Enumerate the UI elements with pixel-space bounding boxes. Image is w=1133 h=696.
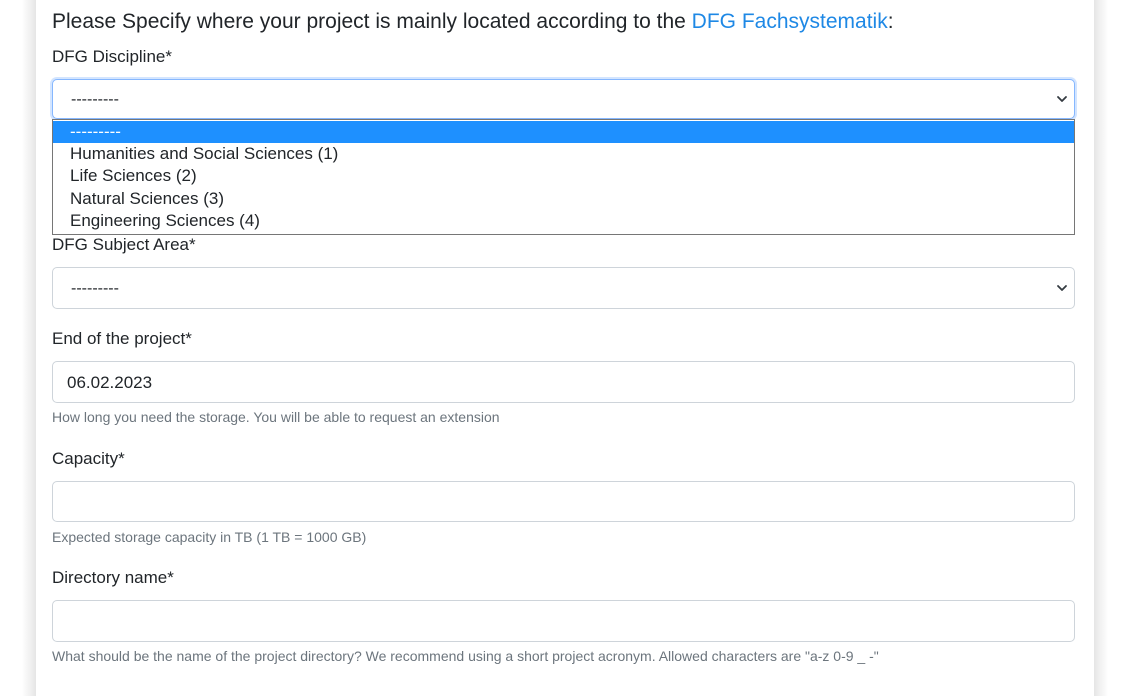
directory-name-input[interactable] xyxy=(52,600,1075,642)
discipline-label: DFG Discipline* xyxy=(52,47,172,66)
directory-name-label: Directory name* xyxy=(52,568,174,587)
dropdown-option[interactable]: --------- xyxy=(53,121,1074,143)
end-of-project-input[interactable]: 06.02.2023 xyxy=(52,361,1075,403)
section-heading: Please Specify where your project is mai… xyxy=(52,7,894,37)
capacity-help: Expected storage capacity in TB (1 TB = … xyxy=(52,529,367,545)
dropdown-option[interactable]: Natural Sciences (3) xyxy=(53,188,1074,210)
chevron-down-icon xyxy=(1057,285,1067,291)
subject-area-select[interactable]: --------- xyxy=(52,267,1075,309)
dfg-fachsystematik-link[interactable]: DFG Fachsystematik xyxy=(692,10,888,33)
card-shadow-right xyxy=(1094,0,1108,696)
dropdown-option[interactable]: Life Sciences (2) xyxy=(53,165,1074,187)
discipline-dropdown-list[interactable]: --------- Humanities and Social Sciences… xyxy=(52,119,1075,235)
end-of-project-label: End of the project* xyxy=(52,329,192,348)
capacity-input[interactable] xyxy=(52,481,1075,522)
discipline-selected-value: --------- xyxy=(71,91,119,108)
directory-name-help: What should be the name of the project d… xyxy=(52,648,879,664)
end-of-project-value: 06.02.2023 xyxy=(67,373,153,392)
heading-suffix: : xyxy=(887,10,894,33)
dropdown-option[interactable]: Humanities and Social Sciences (1) xyxy=(53,143,1074,165)
card-shadow-left xyxy=(22,0,36,696)
capacity-label: Capacity* xyxy=(52,449,125,468)
subject-area-selected-value: --------- xyxy=(71,280,119,297)
subject-area-label: DFG Subject Area* xyxy=(52,235,196,254)
heading-text: Please Specify where your project is mai… xyxy=(52,10,692,33)
end-of-project-help: How long you need the storage. You will … xyxy=(52,409,500,425)
discipline-select[interactable]: --------- xyxy=(52,79,1075,119)
chevron-down-icon xyxy=(1057,96,1067,102)
dropdown-option[interactable]: Engineering Sciences (4) xyxy=(53,210,1074,232)
